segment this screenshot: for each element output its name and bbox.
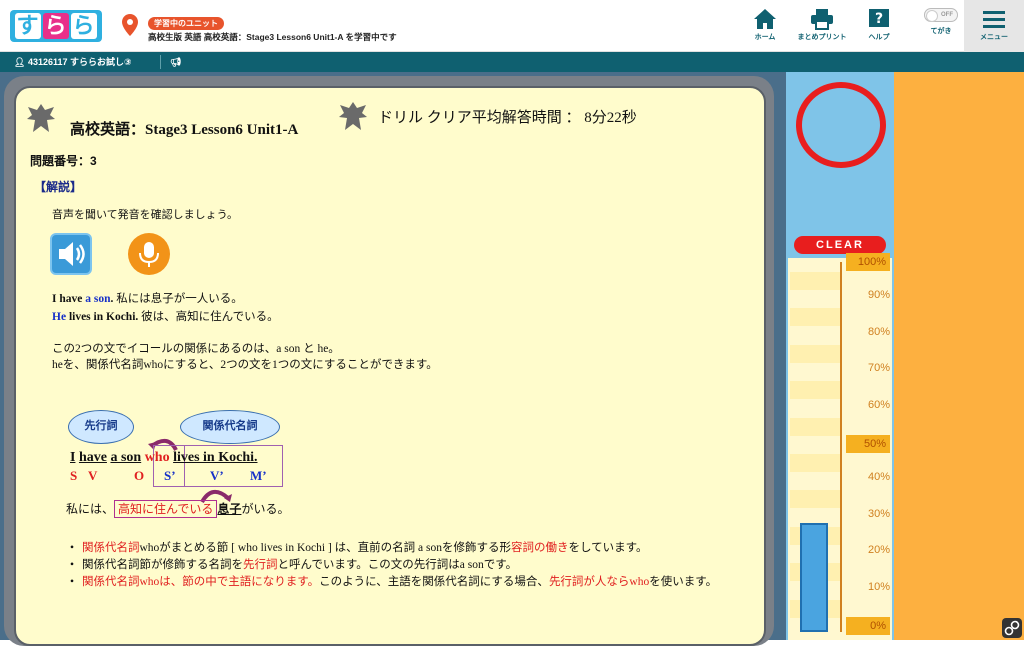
help-button[interactable]: ? ヘルプ [852, 8, 906, 44]
eagle-emblem-icon [27, 104, 55, 132]
divider [160, 55, 161, 69]
meter-stripe [790, 308, 840, 327]
menu-label: メニュー [980, 34, 1008, 41]
scale-label: 70% [867, 362, 890, 375]
bullet-item: 関係代名詞節が修飾する名詞を先行詞と呼んでいます。この文の先行詞はa sonです… [70, 557, 758, 574]
question-number: 問題番号：3 [30, 154, 97, 168]
user-bar: 👤︎ 43126117 すららお試し③ 📢︎ [0, 52, 1024, 72]
scale-label: 50% [846, 435, 890, 453]
scale-label: 20% [867, 544, 890, 557]
svg-text:?: ? [875, 11, 883, 27]
japanese-translation: 私には、 高知に住んでいる 息子がいる。 [66, 500, 290, 518]
scale-label: 0% [846, 617, 890, 635]
eagle-emblem-icon [339, 102, 367, 130]
user-id[interactable]: 👤︎ 43126117 すららお試し③ [14, 52, 132, 72]
home-button[interactable]: ホーム [738, 8, 792, 44]
current-unit-badge: 学習中のユニット [148, 17, 224, 30]
scale-label: 60% [867, 398, 890, 411]
progress-gauge [800, 522, 828, 632]
correct-circle-mark [796, 82, 886, 168]
help-label: ヘルプ [868, 34, 890, 41]
toggle-label: てがき [930, 28, 952, 35]
scale-label: 10% [867, 580, 890, 593]
user-icon: 👤︎ [14, 57, 28, 67]
unit-title: 高校英語：Stage3 Lesson6 Unit1-A [70, 122, 299, 138]
record-voice-button[interactable] [128, 233, 170, 275]
home-icon [754, 9, 776, 29]
scale-label: 90% [867, 289, 890, 302]
explanation-panel: 高校英語：Stage3 Lesson6 Unit1-A ドリル クリア平均解答時… [14, 86, 766, 646]
bullet-item: 関係代名詞whoがまとめる節 [ who lives in Kochi ] は、… [70, 540, 758, 557]
bullet-item: 関係代名詞whoは、節の中で主語になります。このように、主語を関係代名詞にする場… [70, 574, 758, 591]
printer-icon [811, 9, 833, 30]
instruction-text: 音声を聞いて発音を確認しましょう。 [52, 209, 239, 221]
meter-stripe [790, 454, 840, 472]
meter-stripe [790, 417, 840, 436]
section-heading: 【解説】 [34, 180, 83, 194]
explanation-para-1: この2つの文でイコールの関係にあるのは、a son と he。 [52, 343, 340, 355]
help-icon: ? [869, 9, 889, 27]
meter-stripe [790, 344, 840, 363]
scale-label: 40% [867, 471, 890, 484]
home-label: ホーム [754, 34, 776, 41]
play-audio-button[interactable] [50, 233, 92, 275]
megaphone-icon[interactable]: 📢︎ [170, 52, 181, 72]
print-summary-button[interactable]: まとめプリント [795, 8, 849, 44]
handwriting-toggle[interactable]: OFF てがき [914, 8, 968, 44]
example-line-1: I have a son. 私には息子が一人いる。 [52, 293, 243, 305]
example-sentence: I have a son who lives in Kochi. [70, 450, 258, 465]
app-header: すらら 学習中のユニット 高校生版 英語 高校英語：Stage3 Lesson6… [0, 0, 1024, 52]
microphone-icon [139, 242, 159, 267]
surara-logo[interactable]: すらら [10, 10, 102, 42]
speaker-icon [59, 242, 85, 266]
menu-button[interactable]: メニュー [964, 0, 1024, 52]
side-decoration [894, 72, 1024, 640]
average-time: ドリル クリア平均解答時間 ： 8分22秒 [378, 110, 637, 126]
print-label: まとめプリント [797, 34, 847, 41]
meter-stripe [790, 490, 840, 509]
chain-link-icon [1004, 620, 1020, 636]
meter-stripe [790, 381, 840, 400]
toggle-switch[interactable]: OFF [924, 8, 958, 22]
location-pin-icon [122, 14, 138, 36]
example-line-2: He lives in Kochi. 彼は、高知に住んでいる。 [52, 311, 279, 323]
link-icon[interactable] [1002, 618, 1022, 638]
scale-label: 80% [867, 325, 890, 338]
antecedent-bubble: 先行詞 [68, 410, 134, 444]
unit-status-text: 高校生版 英語 高校英語：Stage3 Lesson6 Unit1-A を学習中… [148, 32, 397, 42]
hamburger-menu-icon [983, 11, 1005, 28]
meter-axis [840, 262, 842, 632]
explanation-bullets: 関係代名詞whoがまとめる節 [ who lives in Kochi ] は、… [70, 540, 758, 591]
explanation-para-2: heを、関係代名詞whoにすると、2つの文を1つの文にすることができます。 [52, 359, 438, 371]
meter-stripe [790, 272, 840, 290]
clear-label: CLEAR [794, 236, 886, 254]
scale-label: 100% [846, 253, 890, 271]
scale-label: 30% [867, 507, 890, 520]
